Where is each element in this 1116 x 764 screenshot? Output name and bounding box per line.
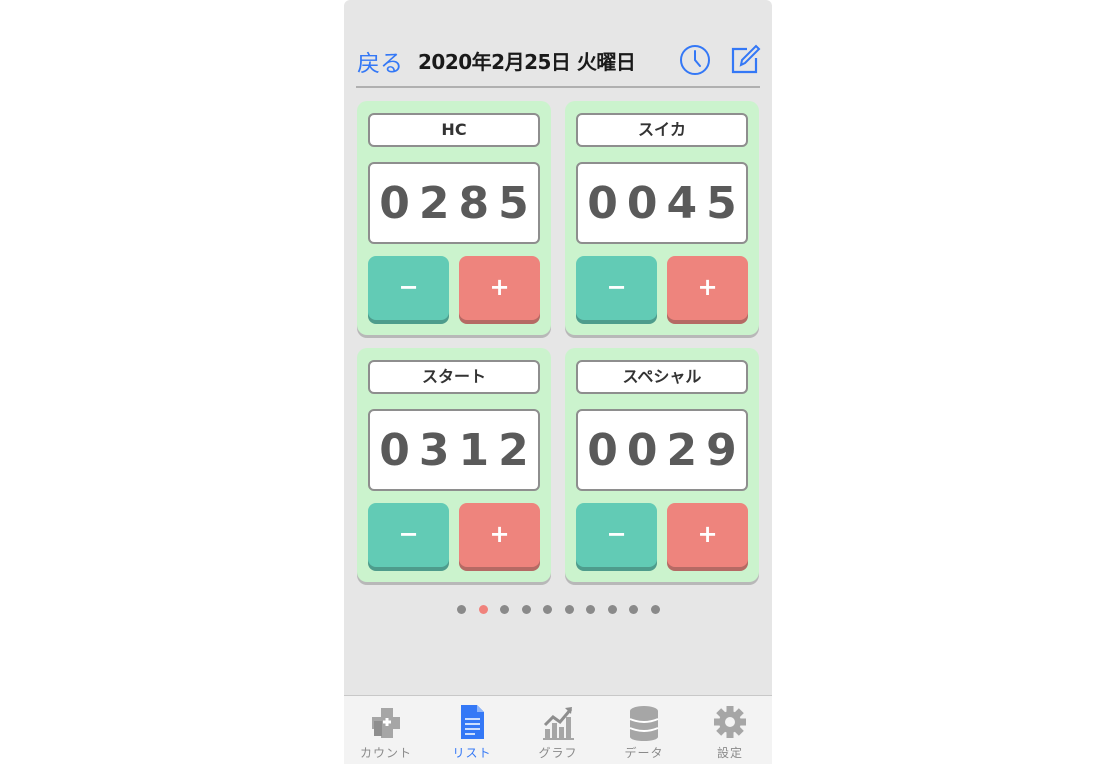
chart-icon <box>543 707 574 740</box>
page-title: 2020年2月25日 火曜日 <box>418 50 636 74</box>
gear-icon <box>714 706 746 738</box>
counter-card-hc: HC 0285 − + <box>357 101 551 335</box>
navigation-bar: 戻る 2020年2月25日 火曜日 <box>356 36 762 88</box>
tab-label: カウント <box>359 746 412 760</box>
page-dot[interactable] <box>521 605 531 614</box>
database-icon <box>629 706 659 741</box>
decrement-button[interactable]: − <box>576 503 657 567</box>
tab-label: 設定 <box>716 746 743 760</box>
tab-label: リスト <box>452 746 492 760</box>
tab-settings[interactable]: 設定 <box>688 696 772 764</box>
counter-card-suika: スイカ 0045 − + <box>565 101 759 335</box>
page-dot[interactable] <box>478 605 488 614</box>
counter-card-special: スペシャル 0029 − + <box>565 348 759 582</box>
page-dot[interactable] <box>564 605 574 614</box>
back-button[interactable]: 戻る <box>357 44 403 78</box>
document-icon <box>461 705 484 739</box>
counter-value: 0312 <box>368 409 540 491</box>
app-screen: 戻る 2020年2月25日 火曜日 HC 0285 − + スイカ 0045 −… <box>344 0 772 764</box>
tab-graph[interactable]: グラフ <box>516 696 600 764</box>
compose-icon[interactable] <box>728 43 762 77</box>
tab-label: データ <box>624 746 664 760</box>
increment-button[interactable]: + <box>667 503 748 567</box>
page-dot[interactable] <box>650 605 660 614</box>
page-dot[interactable] <box>457 605 466 614</box>
tab-count[interactable]: カウント <box>344 696 428 764</box>
counter-card-start: スタート 0312 − + <box>357 348 551 582</box>
counter-label[interactable]: スペシャル <box>576 360 748 394</box>
increment-button[interactable]: + <box>667 256 748 320</box>
page-dot[interactable] <box>500 605 509 614</box>
counter-label[interactable]: HC <box>368 113 540 147</box>
page-dot[interactable] <box>629 605 638 614</box>
increment-button[interactable]: + <box>459 256 540 320</box>
counter-label[interactable]: スイカ <box>576 113 748 147</box>
page-dot[interactable] <box>543 605 552 614</box>
tab-list[interactable]: リスト <box>430 696 514 764</box>
counter-value: 0045 <box>576 162 748 244</box>
counter-value: 0029 <box>576 409 748 491</box>
increment-button[interactable]: + <box>459 503 540 567</box>
decrement-button[interactable]: − <box>368 256 449 320</box>
plus-box-icon <box>372 708 400 738</box>
decrement-button[interactable]: − <box>576 256 657 320</box>
decrement-button[interactable]: − <box>368 503 449 567</box>
clock-icon[interactable] <box>678 43 712 77</box>
page-dot[interactable] <box>586 605 595 614</box>
tab-bar: カウント リスト グラフ データ 設定 <box>344 695 772 764</box>
counter-label[interactable]: スタート <box>368 360 540 394</box>
tab-data[interactable]: データ <box>602 696 686 764</box>
page-dot[interactable] <box>607 605 617 614</box>
tab-label: グラフ <box>538 746 578 760</box>
counter-value: 0285 <box>368 162 540 244</box>
